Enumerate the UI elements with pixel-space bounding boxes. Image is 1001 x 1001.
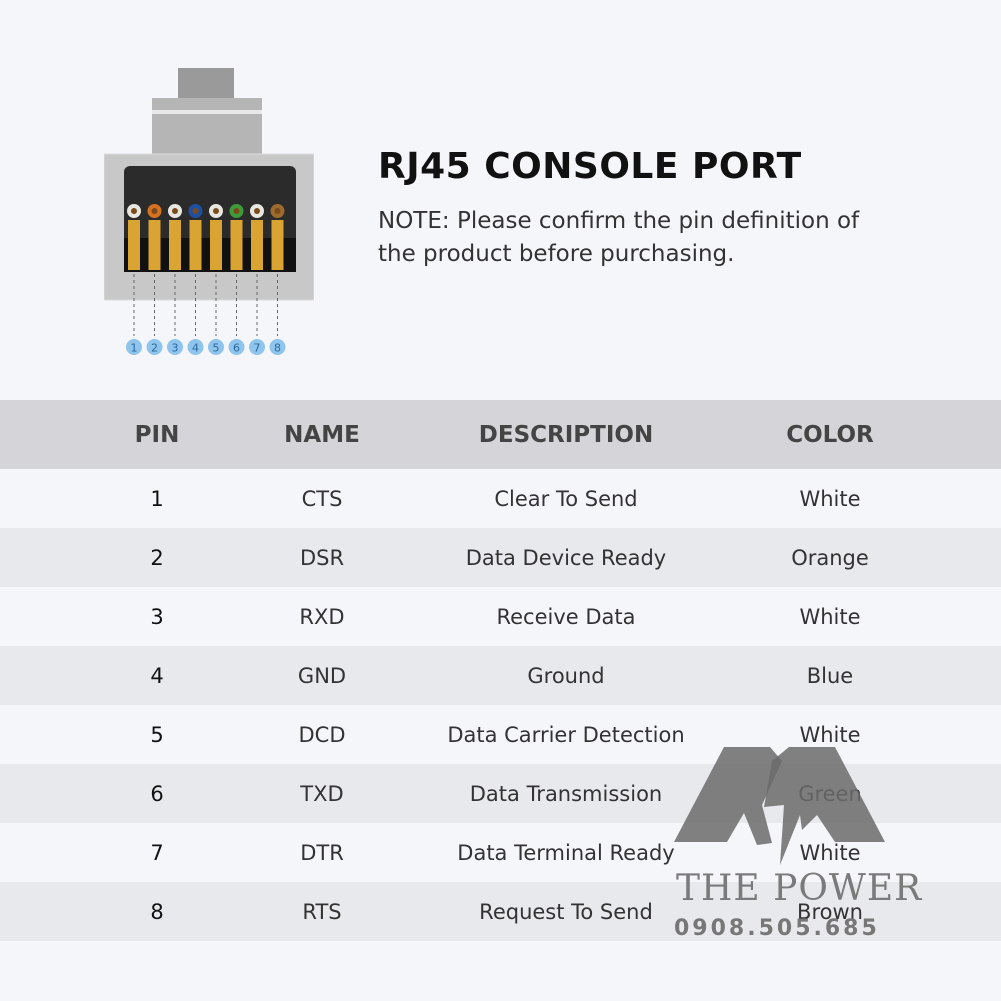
name-cell: CTS — [301, 486, 343, 511]
wire-core — [172, 208, 178, 214]
watermark-phone: 0908.505.685 — [674, 916, 880, 941]
color-cell: Orange — [791, 545, 869, 570]
column-header-description: DESCRIPTION — [478, 421, 654, 448]
wire-core — [213, 208, 219, 214]
pin-cell: 1 — [150, 486, 164, 511]
table-row: 4 GND Ground Blue — [0, 646, 1001, 705]
wire-core — [151, 208, 158, 214]
name-cell: RTS — [302, 899, 342, 924]
pin-cell: 8 — [150, 899, 164, 924]
gold-contact — [128, 220, 140, 270]
wire-core — [233, 208, 240, 214]
pin-number-label: 8 — [274, 342, 281, 355]
color-cell: White — [799, 604, 861, 629]
connector-pin — [229, 204, 244, 336]
description-cell: Ground — [527, 663, 605, 688]
wire-core — [274, 208, 281, 214]
connector-pin — [168, 204, 182, 336]
wire-core — [131, 208, 137, 214]
connector-pin — [250, 204, 264, 336]
connector-pin — [147, 204, 162, 336]
wire-core — [254, 208, 260, 214]
gold-contact — [271, 220, 284, 270]
table-row: 6 TXD Data Transmission Green — [0, 764, 1001, 823]
wire-core — [192, 208, 199, 214]
table-row: 2 DSR Data Device Ready Orange — [0, 528, 1001, 587]
color-cell: White — [799, 722, 861, 747]
connector-clip-highlight — [152, 110, 262, 114]
gold-contact — [210, 220, 222, 270]
gold-contact — [189, 220, 202, 270]
page-title: RJ45 CONSOLE PORT — [378, 146, 802, 187]
pin-cell: 4 — [150, 663, 164, 688]
color-cell: White — [799, 486, 861, 511]
pin-number-label: 4 — [192, 342, 199, 355]
table-header-row: PIN NAME DESCRIPTION COLOR — [0, 400, 1001, 469]
connector-pin — [127, 204, 141, 336]
gold-contact — [169, 220, 181, 270]
description-cell: Receive Data — [496, 604, 636, 629]
column-header-name: NAME — [284, 421, 360, 448]
column-header-pin: PIN — [134, 421, 180, 448]
pin-number-label: 7 — [254, 342, 261, 355]
name-cell: DSR — [299, 545, 345, 570]
pin-cell: 3 — [150, 604, 164, 629]
connector-pin — [188, 204, 203, 336]
pin-number-label: 6 — [233, 342, 240, 355]
color-cell: Green — [798, 781, 862, 806]
color-cell: White — [799, 840, 861, 865]
pinout-table: PIN NAME DESCRIPTION COLOR 1 CTS Clear T… — [0, 400, 1001, 941]
pin-cell: 5 — [150, 722, 164, 747]
pin-cell: 7 — [150, 840, 164, 865]
watermark-brand: THE POWER — [676, 868, 923, 909]
color-cell: Blue — [806, 663, 854, 688]
pin-number-label: 3 — [172, 342, 179, 355]
table-row: 3 RXD Receive Data White — [0, 587, 1001, 646]
purchase-note: NOTE: Please confirm the pin definition … — [378, 208, 860, 267]
rj45-connector-illustration: 12 34 56 78 — [104, 68, 314, 355]
description-cell: Data Transmission — [469, 781, 663, 806]
name-cell: DTR — [300, 840, 344, 865]
connector-clip — [152, 98, 262, 158]
name-cell: TXD — [300, 781, 344, 806]
description-cell: Data Device Ready — [465, 545, 667, 570]
description-cell: Data Terminal Ready — [457, 840, 675, 865]
table-row: 5 DCD Data Carrier Detection White — [0, 705, 1001, 764]
column-header-color: COLOR — [786, 421, 874, 448]
name-cell: DCD — [298, 722, 346, 747]
gold-contact — [148, 220, 161, 270]
description-cell: Data Carrier Detection — [447, 722, 685, 747]
table-row: 1 CTS Clear To Send White — [0, 469, 1001, 528]
description-cell: Clear To Send — [494, 486, 638, 511]
connector-pin — [270, 204, 285, 336]
pin-cell: 2 — [150, 545, 164, 570]
pin-cell: 6 — [150, 781, 164, 806]
pin-number-label: 5 — [213, 342, 220, 355]
pin-number-label: 1 — [131, 342, 138, 355]
gold-contact — [230, 220, 243, 270]
name-cell: RXD — [299, 604, 345, 629]
connector-pin — [209, 204, 223, 336]
gold-contact — [251, 220, 263, 270]
name-cell: GND — [297, 663, 347, 688]
description-cell: Request To Send — [479, 899, 653, 924]
pin-number-label: 2 — [151, 342, 158, 355]
